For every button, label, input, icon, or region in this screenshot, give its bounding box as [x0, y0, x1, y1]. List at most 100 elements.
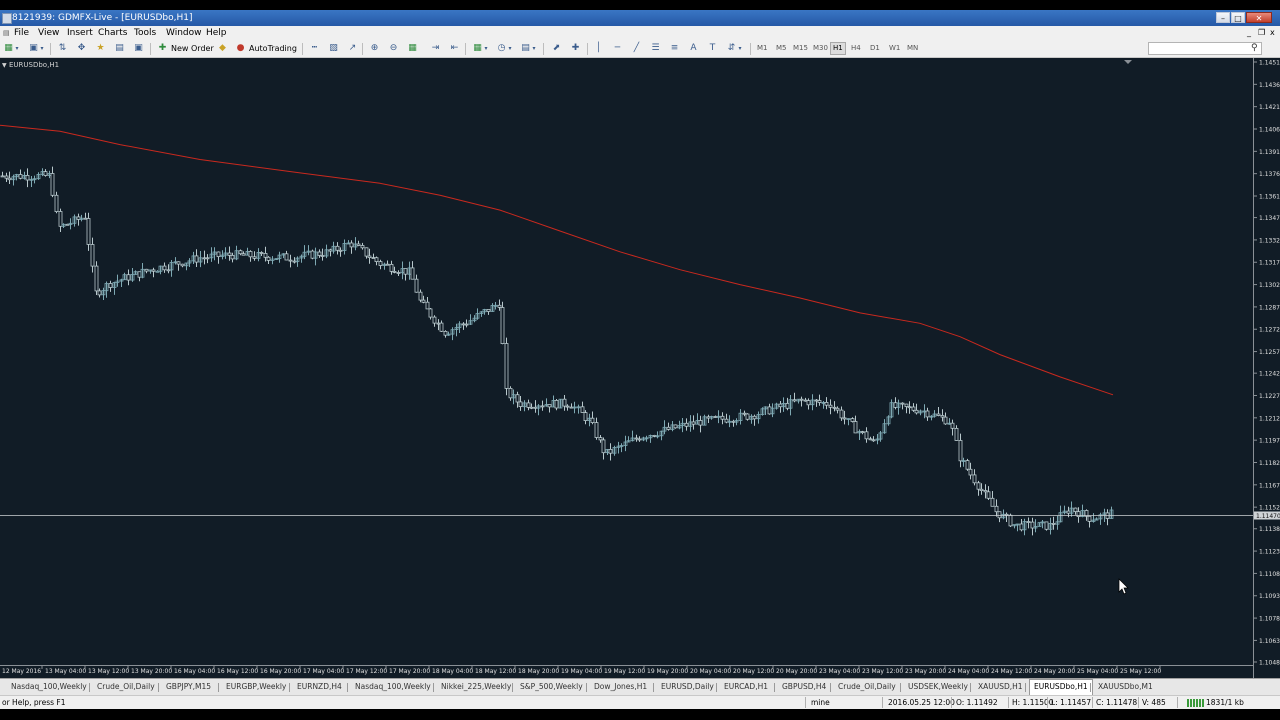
- chart-shift-icon[interactable]: ⇤: [449, 43, 460, 54]
- chart-tab[interactable]: Dow_Jones,H1: [590, 680, 651, 694]
- market-watch-icon[interactable]: ⇅: [57, 43, 68, 54]
- chart-menu-arrow-icon[interactable]: ▼: [2, 62, 7, 69]
- close-button[interactable]: ✕: [1246, 12, 1272, 23]
- chart-tab[interactable]: EURUSD,Daily: [657, 680, 718, 694]
- tile-windows-icon[interactable]: ▦: [407, 43, 418, 54]
- data-window-icon[interactable]: ★: [95, 43, 106, 54]
- chart-window[interactable]: 1.14515 1.14365 1.14215 1.14065 1.13915 1.137…: [0, 58, 1280, 678]
- fibonacci-icon[interactable]: ≡: [669, 43, 680, 54]
- price-chart[interactable]: 1.14515 1.14365 1.14215 1.14065 1.13915 1.137…: [0, 58, 1280, 678]
- trendline-icon[interactable]: ╱: [631, 43, 642, 54]
- minimize-button[interactable]: –: [1216, 12, 1230, 23]
- line-chart-icon[interactable]: ↗: [347, 43, 358, 54]
- menu-file[interactable]: File: [14, 27, 29, 39]
- zoom-in-icon[interactable]: ⊕: [369, 43, 380, 54]
- chevron-down-icon[interactable]: ▾: [483, 43, 489, 54]
- zoom-out-icon[interactable]: ⊖: [388, 43, 399, 54]
- chevron-down-icon[interactable]: ▾: [14, 43, 20, 54]
- periods-icon[interactable]: ◷: [496, 43, 507, 54]
- chevron-down-icon[interactable]: ▾: [39, 43, 45, 54]
- candle-body: [785, 402, 790, 409]
- toolbar-separator: [587, 43, 588, 55]
- timeframe-mn[interactable]: MN: [907, 43, 918, 54]
- arrows-icon[interactable]: ⇵: [726, 43, 737, 54]
- chart-tab[interactable]: GBPJPY,M15: [162, 680, 215, 694]
- candle-body: [634, 437, 639, 440]
- chart-tab[interactable]: EURGBP,Weekly: [222, 680, 290, 694]
- crosshair-icon[interactable]: ✚: [570, 43, 581, 54]
- chart-tab[interactable]: Nasdaq_100,Weekly: [351, 680, 435, 694]
- chart-tab-active[interactable]: EURUSDbo,H1: [1029, 679, 1093, 695]
- bar-chart-icon[interactable]: ┅: [309, 43, 320, 54]
- candle-body: [65, 223, 70, 226]
- new-order-button[interactable]: New Order: [171, 43, 214, 54]
- timeframe-m30[interactable]: M30: [813, 43, 828, 54]
- candle-body: [911, 406, 916, 411]
- time-tick-label: 20 May 04:00: [690, 668, 731, 675]
- indicators-icon[interactable]: ▦: [472, 43, 483, 54]
- search-input[interactable]: [1148, 42, 1262, 55]
- timeframe-m1[interactable]: M1: [757, 43, 768, 54]
- navigator-icon[interactable]: ✥: [76, 43, 87, 54]
- chart-tab[interactable]: Nasdaq_100,Weekly: [7, 680, 91, 694]
- timeframe-w1[interactable]: W1: [889, 43, 900, 54]
- candle-body: [979, 488, 984, 491]
- text-label-icon[interactable]: T: [707, 43, 718, 54]
- chart-tab[interactable]: GBPUSD,H4: [778, 680, 830, 694]
- timeframe-d1[interactable]: D1: [870, 43, 880, 54]
- chevron-down-icon[interactable]: ▾: [531, 43, 537, 54]
- horizontal-line-icon[interactable]: ─: [612, 43, 623, 54]
- new-chart-icon[interactable]: ▦: [3, 43, 14, 54]
- candle-body: [842, 417, 847, 420]
- autotrading-button[interactable]: AutoTrading: [249, 43, 297, 54]
- mdi-close-button[interactable]: x: [1270, 27, 1275, 39]
- menu-window[interactable]: Window: [166, 27, 202, 39]
- timeframe-m5[interactable]: M5: [776, 43, 787, 54]
- timeframe-m15[interactable]: M15: [793, 43, 808, 54]
- candle-body: [464, 323, 469, 326]
- menu-help[interactable]: Help: [206, 27, 227, 39]
- text-icon[interactable]: A: [688, 43, 699, 54]
- mdi-minimize-button[interactable]: _: [1247, 27, 1251, 39]
- chart-tab[interactable]: Crude_Oil,Daily: [93, 680, 159, 694]
- vertical-line-icon[interactable]: │: [593, 43, 604, 54]
- candlesticks-icon[interactable]: ▧: [328, 43, 339, 54]
- chevron-down-icon[interactable]: ▾: [507, 43, 513, 54]
- candle-body: [803, 399, 808, 402]
- chart-tab[interactable]: Crude_Oil,Daily: [834, 680, 900, 694]
- cursor-icon[interactable]: ⬈: [551, 43, 562, 54]
- autoscroll-icon[interactable]: ⇥: [430, 43, 441, 54]
- candle-body: [914, 409, 919, 414]
- maximize-button[interactable]: □: [1231, 12, 1245, 23]
- search-icon[interactable]: ⚲: [1251, 43, 1258, 54]
- profiles-icon[interactable]: ▣: [28, 43, 39, 54]
- chart-tab[interactable]: Nikkei_225,Weekly: [437, 680, 515, 694]
- mdi-restore-button[interactable]: ❐: [1258, 27, 1265, 39]
- equidistant-channel-icon[interactable]: ☰: [650, 43, 661, 54]
- chart-tab[interactable]: S&P_500,Weekly: [516, 680, 587, 694]
- chart-tab[interactable]: EURCAD,H1: [720, 680, 772, 694]
- new-order-icon[interactable]: ✚: [157, 43, 168, 54]
- chart-tab[interactable]: XAUUSD,H1: [974, 680, 1027, 694]
- price-tick-label: 1.13170: [1259, 260, 1280, 267]
- strategy-tester-icon[interactable]: ▣: [133, 43, 144, 54]
- candle-body: [252, 256, 257, 259]
- chart-tab[interactable]: EURNZD,H4: [293, 680, 346, 694]
- candle-body: [940, 415, 945, 418]
- menu-insert[interactable]: Insert: [67, 27, 93, 39]
- timeframe-h4[interactable]: H4: [851, 43, 861, 54]
- templates-icon[interactable]: ▤: [520, 43, 531, 54]
- chart-tab[interactable]: USDSEK,Weekly: [904, 680, 972, 694]
- connection-status-icon[interactable]: [1187, 699, 1204, 707]
- timeframe-h1[interactable]: H1: [830, 42, 846, 55]
- chart-tab[interactable]: XAUUSDbo,M1: [1094, 680, 1157, 694]
- metaeditor-icon[interactable]: ◆: [217, 43, 228, 54]
- autotrading-icon[interactable]: ●: [235, 43, 246, 54]
- menu-tools[interactable]: Tools: [134, 27, 156, 39]
- menu-charts[interactable]: Charts: [98, 27, 127, 39]
- chevron-down-icon[interactable]: ▾: [737, 43, 743, 54]
- candle-body: [205, 257, 210, 260]
- tab-separator: [218, 683, 219, 692]
- menu-view[interactable]: View: [38, 27, 59, 39]
- terminal-icon[interactable]: ▤: [114, 43, 125, 54]
